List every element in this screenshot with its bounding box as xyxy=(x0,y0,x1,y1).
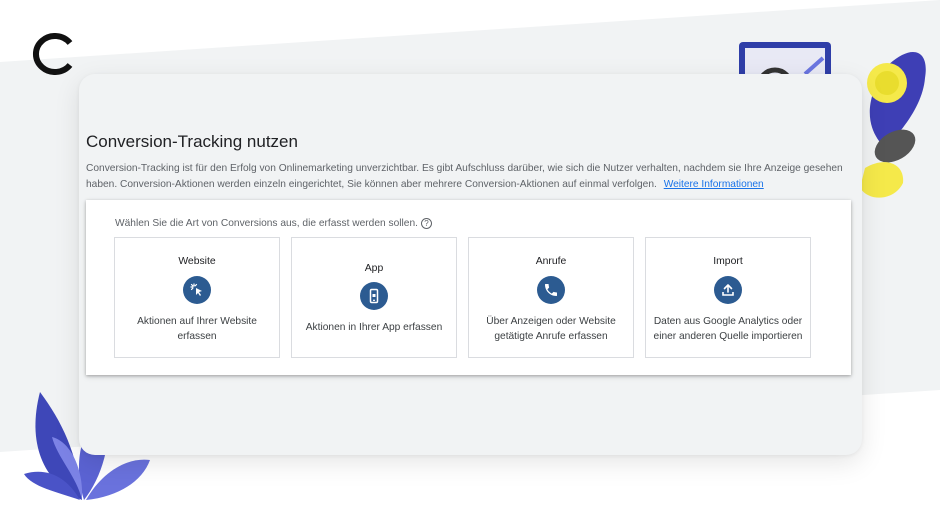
brand-logo-icon xyxy=(32,33,73,75)
help-circle-icon[interactable]: ? xyxy=(420,218,432,229)
more-info-link[interactable]: Weitere Informationen xyxy=(664,179,764,190)
page-description: Conversion-Tracking ist für den Erfolg v… xyxy=(86,161,846,193)
option-calls[interactable]: Anrufe Über Anzeigen oder Website getäti… xyxy=(468,237,634,358)
option-desc-line: Aktionen in Ihrer App erfassen xyxy=(305,322,443,333)
option-title: Import xyxy=(713,256,743,267)
option-desc-line: erfassen xyxy=(177,331,217,342)
option-website[interactable]: Website Aktionen auf Ihrer Website erfas… xyxy=(114,237,280,358)
page-title: Conversion-Tracking nutzen xyxy=(86,132,298,151)
cursor-click-icon xyxy=(183,276,211,304)
option-title: Website xyxy=(178,256,216,267)
selector-prompt: Wählen Sie die Art von Conversions aus, … xyxy=(115,218,432,229)
conversion-tracking-panel: Conversion-Tracking nutzen Conversion-Tr… xyxy=(79,74,862,455)
option-description: Aktionen auf Ihrer Website erfassen xyxy=(115,314,279,344)
option-desc-line: Daten aus Google Analytics oder xyxy=(653,316,803,327)
smartphone-icon xyxy=(360,282,388,310)
conversion-type-selector: Wählen Sie die Art von Conversions aus, … xyxy=(86,200,851,375)
option-desc-line: Über Anzeigen oder Website xyxy=(486,316,616,327)
option-description: Aktionen in Ihrer App erfassen xyxy=(292,320,456,335)
selector-prompt-text: Wählen Sie die Art von Conversions aus, … xyxy=(115,218,418,229)
option-app[interactable]: App Aktionen in Ihrer App erfassen xyxy=(291,237,457,358)
option-title: App xyxy=(364,263,384,274)
option-import[interactable]: Import Daten aus Google Analytics oder e… xyxy=(645,237,811,358)
option-desc-line: Aktionen auf Ihrer Website xyxy=(137,316,257,327)
option-title: Anrufe xyxy=(535,256,567,267)
option-description: Daten aus Google Analytics oder einer an… xyxy=(646,314,810,344)
upload-icon xyxy=(714,276,742,304)
option-desc-line: einer anderen Quelle importieren xyxy=(653,331,803,342)
phone-icon xyxy=(537,276,565,304)
option-desc-line: getätigte Anrufe erfassen xyxy=(494,331,608,342)
option-description: Über Anzeigen oder Website getätigte Anr… xyxy=(469,314,633,344)
